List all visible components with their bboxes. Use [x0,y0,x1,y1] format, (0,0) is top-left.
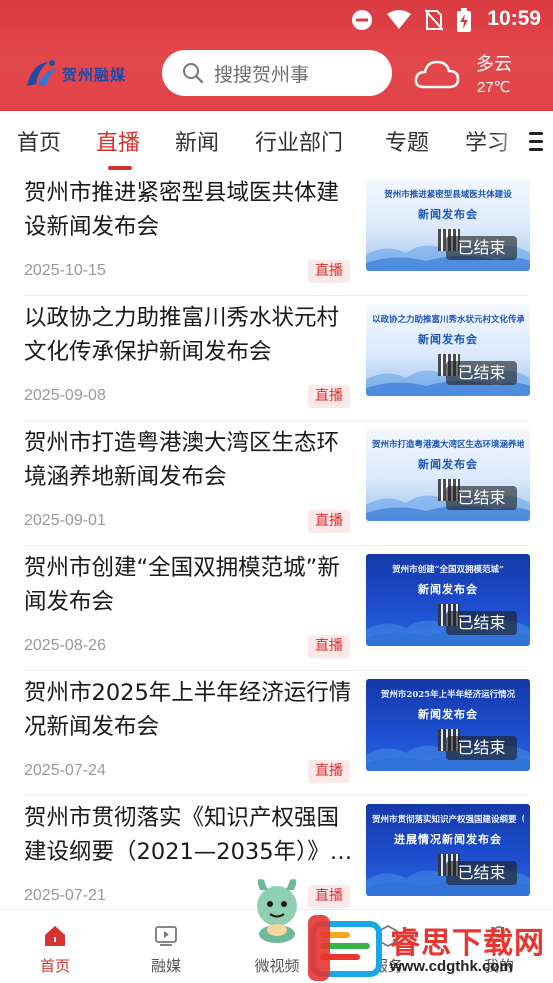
item-title: 贺州市2025年上半年经济运行情况新闻发布会 [24,680,352,740]
ended-status: 已结束 [446,611,517,635]
weather-widget[interactable]: 多云 27℃ [414,48,549,100]
tab-home[interactable]: 首页 [17,125,61,157]
item-thumbnail: 贺州市推进紧密型县域医共体建设 新闻发布会 已结束 [366,179,530,271]
nav-home-label: 首页 [39,957,70,975]
weather-condition: 多云 [476,54,512,75]
item-title: 贺州市打造粤港澳大湾区生态环境涵养地新闻发布会 [24,430,340,490]
thumbnail-headline: 贺州市创建“全国双拥模范城” [392,565,504,575]
item-thumbnail: 贺州市贯彻落实知识产权强国建设纲要（2021—2035年） 进展情况新闻发布会 … [366,804,530,896]
thumbnail-subtitle: 新闻发布会 [418,208,478,221]
item-date: 2025-10-15 [24,262,106,279]
list-item[interactable]: 贺州市2025年上半年经济运行情况新闻发布会 2025-07-24 直播 贺州市… [0,671,553,796]
battery-charging-icon [457,8,471,37]
item-date: 2025-08-26 [24,637,106,654]
search-icon [183,63,204,84]
status-bar: 10:59 [0,0,553,38]
list-item[interactable]: 以政协之力助推富川秀水状元村文化传承保护新闻发布会 2025-09-08 直播 … [0,296,553,421]
list-item[interactable]: 贺州市打造粤港澳大湾区生态环境涵养地新闻发布会 2025-09-01 直播 贺州… [0,421,553,546]
list-item[interactable]: 贺州市创建“全国双拥模范城”新闻发布会 2025-08-26 直播 贺州市创建“… [0,546,553,671]
no-sim-icon [424,9,444,36]
thumbnail-subtitle: 新闻发布会 [418,708,478,721]
item-date: 2025-07-21 [24,887,106,904]
search-placeholder: 搜搜贺州事 [214,63,310,86]
app-header: 10:59 贺州融媒 搜搜贺州事 多云 27℃ [0,0,553,111]
menu-icon [529,131,543,135]
wifi-icon [387,10,411,35]
thumbnail-subtitle: 新闻发布会 [418,458,478,471]
item-title: 贺州市贯彻落实《知识产权强国建设纲要（2021—2035年）》进展情况新闻发布会 [24,805,353,865]
item-thumbnail: 以政协之力助推富川秀水状元村文化传承保护 新闻发布会 已结束 [366,304,530,396]
watermark-logo-icon [308,915,382,981]
item-date: 2025-09-08 [24,387,106,404]
cloud-icon [414,60,460,89]
channel-menu-button[interactable] [519,111,553,171]
home-icon [45,926,65,946]
item-date: 2025-07-24 [24,762,106,779]
live-badge: 直播 [308,885,350,908]
tab-topics[interactable]: 专题 [385,125,429,157]
ended-status: 已结束 [446,236,517,260]
ended-status: 已结束 [446,361,517,385]
item-date: 2025-09-01 [24,512,106,529]
thumbnail-headline: 贺州市打造粤港澳大湾区生态环境涵养地 [372,440,524,450]
weather-temperature: 27℃ [477,79,511,96]
watermark-title: 睿思下载网 [390,926,545,961]
mascot-icon[interactable] [248,872,306,944]
channel-tabs: 首页 直播 新闻 行业部门 专题 学习 [0,111,553,171]
tab-departments[interactable]: 行业部门 [255,125,343,157]
watermark-overlay: 睿思下载网 www.cdgthk.com [304,912,553,983]
app-logo[interactable]: 贺州融媒 [24,56,136,92]
search-bar[interactable]: 搜搜贺州事 [162,50,392,96]
logo-text: 贺州融媒 [62,65,127,84]
tab-live[interactable]: 直播 [96,125,140,157]
live-list: 贺州市推进紧密型县域医共体建设新闻发布会 2025-10-15 直播 贺州市推进… [0,171,553,909]
live-badge: 直播 [308,260,350,283]
live-badge: 直播 [308,635,350,658]
tab-news[interactable]: 新闻 [175,125,219,157]
live-badge: 直播 [308,385,350,408]
item-thumbnail: 贺州市2025年上半年经济运行情况 新闻发布会 已结束 [366,679,530,771]
nav-media[interactable]: 融媒 [121,910,211,983]
status-icons [351,8,471,37]
nav-home[interactable]: 首页 [10,910,100,983]
thumbnail-headline: 以政协之力助推富川秀水状元村文化传承保护 [372,315,524,325]
watermark-url: www.cdgthk.com [390,958,513,975]
thumbnail-subtitle: 进展情况新闻发布会 [394,833,502,846]
list-item[interactable]: 贺州市推进紧密型县域医共体建设新闻发布会 2025-10-15 直播 贺州市推进… [0,171,553,296]
live-badge: 直播 [308,760,350,783]
minus-circle-icon [351,9,373,36]
ended-status: 已结束 [446,736,517,760]
nav-media-label: 融媒 [150,957,181,975]
item-title: 贺州市创建“全国双拥模范城”新闻发布会 [24,555,340,615]
ended-status: 已结束 [446,486,517,510]
item-title: 贺州市推进紧密型县域医共体建设新闻发布会 [24,180,340,240]
live-badge: 直播 [308,510,350,533]
status-time: 10:59 [487,7,541,30]
thumbnail-subtitle: 新闻发布会 [418,333,478,346]
item-title: 以政协之力助推富川秀水状元村文化传承保护新闻发布会 [24,305,340,365]
thumbnail-subtitle: 新闻发布会 [418,583,478,596]
ended-status: 已结束 [446,861,517,885]
item-thumbnail: 贺州市创建“全国双拥模范城” 新闻发布会 已结束 [366,554,530,646]
thumbnail-headline: 贺州市贯彻落实知识产权强国建设纲要（2021—2035年） [372,815,524,825]
thumbnail-headline: 贺州市推进紧密型县域医共体建设 [384,190,512,200]
logo-mark-icon [27,60,57,86]
item-thumbnail: 贺州市打造粤港澳大湾区生态环境涵养地 新闻发布会 已结束 [366,429,530,521]
media-play-icon [155,926,177,946]
thumbnail-headline: 贺州市2025年上半年经济运行情况 [380,690,516,700]
active-tab-indicator [108,166,132,170]
